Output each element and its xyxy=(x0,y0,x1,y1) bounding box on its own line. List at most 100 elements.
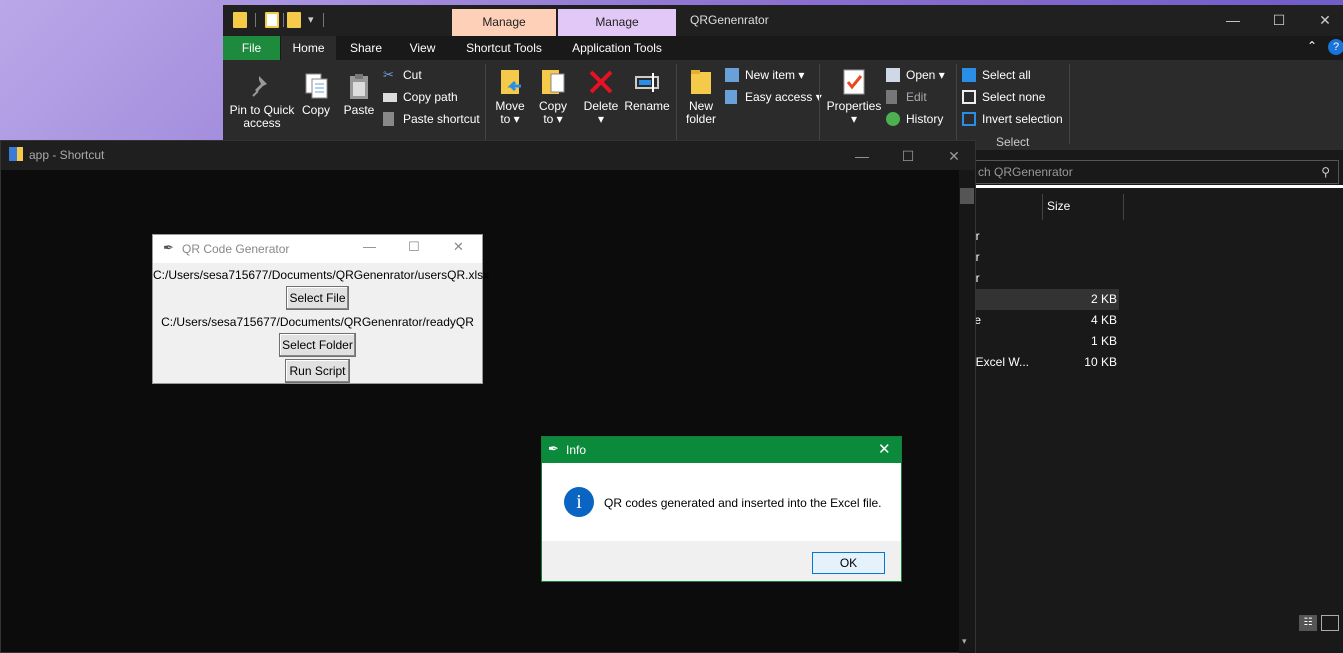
properties-icon[interactable] xyxy=(265,12,279,28)
list-item[interactable]: ile 4 KB xyxy=(969,310,1119,331)
info-titlebar: ✒ Info ✕ xyxy=(542,437,901,463)
list-item[interactable]: e 1 KB xyxy=(969,331,1119,352)
divider xyxy=(255,13,256,27)
minimize-icon[interactable]: — xyxy=(1210,5,1256,35)
select-all-icon xyxy=(962,68,976,82)
select-all-button[interactable]: Select all xyxy=(962,66,1031,84)
large-icons-view-icon[interactable] xyxy=(1321,615,1339,631)
scroll-down-icon[interactable]: ▾ xyxy=(962,636,967,647)
close-icon[interactable]: ✕ xyxy=(1302,5,1343,35)
paste-button[interactable]: Paste xyxy=(339,72,379,117)
properties-button[interactable]: Properties ▾ xyxy=(823,68,885,126)
explorer-titlebar: ▾ Manage Manage QRGenenrator — ☐ ✕ xyxy=(223,5,1343,36)
rename-button[interactable]: Rename xyxy=(623,68,671,113)
edit-button[interactable]: Edit xyxy=(886,88,927,106)
file-list: Size er er er 2 KB ile 4 KB e 1 KB t Exc… xyxy=(969,190,1343,610)
manage-shortcut-context-tab[interactable]: Manage xyxy=(452,9,556,36)
tab-application-tools[interactable]: Application Tools xyxy=(558,36,676,60)
copy-path-label: Copy path xyxy=(403,90,458,104)
select-none-icon xyxy=(962,90,976,104)
copy-to-icon xyxy=(540,68,566,96)
window-title: app - Shortcut xyxy=(29,148,105,162)
scissors-icon: ✂ xyxy=(383,67,394,82)
new-item-button[interactable]: New item ▾ xyxy=(725,66,804,84)
move-label-2: to xyxy=(500,112,511,126)
status-bar: ☷ xyxy=(969,610,1343,635)
column-header-size[interactable]: Size xyxy=(1047,194,1070,218)
scrollbar[interactable]: ▾ xyxy=(959,170,975,653)
close-icon[interactable]: ✕ xyxy=(931,141,977,171)
maximize-icon[interactable]: ☐ xyxy=(885,141,931,171)
paste-shortcut-button[interactable]: Paste shortcut xyxy=(383,110,480,128)
pin-icon xyxy=(249,72,275,100)
copy-to-button[interactable]: Copy to ▾ xyxy=(534,68,572,126)
properties-icon xyxy=(841,68,867,96)
list-item[interactable]: er xyxy=(969,268,1119,289)
minimize-icon[interactable]: — xyxy=(363,239,376,254)
select-folder-button[interactable]: Select Folder xyxy=(279,333,356,357)
python-icon xyxy=(9,147,23,161)
column-divider[interactable] xyxy=(1042,194,1043,220)
invert-selection-label: Invert selection xyxy=(982,112,1063,126)
dialog-title: Info xyxy=(566,443,587,457)
search-input[interactable]: ch QRGenenrator ⚲ xyxy=(969,160,1339,184)
history-button[interactable]: History xyxy=(886,110,943,128)
copy-button[interactable]: Copy xyxy=(297,72,335,117)
help-icon[interactable]: ? xyxy=(1328,39,1343,55)
cut-button[interactable]: ✂ Cut xyxy=(383,66,422,84)
tab-view[interactable]: View xyxy=(395,36,450,60)
tab-share[interactable]: Share xyxy=(338,36,394,60)
list-item[interactable]: er xyxy=(969,247,1119,268)
new-folder-icon[interactable] xyxy=(287,12,301,28)
copy-path-button[interactable]: Copy path xyxy=(383,88,458,106)
paste-shortcut-icon xyxy=(383,112,394,126)
delete-button[interactable]: Delete ▾ xyxy=(581,68,621,126)
pin-label-2: access xyxy=(243,116,281,130)
minimize-icon[interactable]: — xyxy=(839,141,885,171)
customize-quick-access-icon[interactable]: ▾ xyxy=(308,13,314,26)
scrollbar-thumb[interactable] xyxy=(960,188,974,204)
run-script-button[interactable]: Run Script xyxy=(285,359,350,383)
new-folder-button[interactable]: New folder xyxy=(681,68,721,126)
info-message: QR codes generated and inserted into the… xyxy=(604,496,882,510)
folder-path-label: C:/Users/sesa715677/Documents/QRGenenrat… xyxy=(161,315,474,329)
paste-label: Paste xyxy=(343,103,375,117)
tab-shortcut-tools[interactable]: Shortcut Tools xyxy=(452,36,556,60)
pin-to-quick-access-button[interactable]: Pin to Quick access xyxy=(229,72,295,130)
easy-access-button[interactable]: Easy access ▾ xyxy=(725,88,822,106)
close-icon[interactable]: ✕ xyxy=(878,440,891,458)
select-none-button[interactable]: Select none xyxy=(962,88,1045,106)
list-item[interactable]: 2 KB xyxy=(969,289,1119,310)
tab-file[interactable]: File xyxy=(223,36,280,60)
open-button[interactable]: Open ▾ xyxy=(886,66,945,84)
select-none-label: Select none xyxy=(982,90,1046,104)
easy-access-label: Easy access xyxy=(745,90,813,104)
divider xyxy=(956,64,957,144)
feather-icon: ✒ xyxy=(548,441,559,456)
divider xyxy=(969,185,1343,188)
list-item[interactable]: t Excel W... 10 KB xyxy=(969,352,1119,373)
copy-icon xyxy=(303,72,329,100)
copy-label: Copy xyxy=(301,103,330,117)
list-item[interactable]: er xyxy=(969,226,1119,247)
search-icon: ⚲ xyxy=(1321,165,1330,179)
maximize-icon[interactable]: ☐ xyxy=(1256,5,1302,35)
close-icon[interactable]: ✕ xyxy=(453,239,464,255)
details-view-icon[interactable]: ☷ xyxy=(1299,615,1317,631)
move-to-button[interactable]: Move to ▾ xyxy=(491,68,529,126)
file-size: 10 KB xyxy=(1084,355,1117,369)
ok-button[interactable]: OK xyxy=(812,552,885,574)
qr-titlebar: ✒ QR Code Generator — ☐ ✕ xyxy=(153,235,482,263)
manage-application-context-tab[interactable]: Manage xyxy=(558,9,676,36)
easy-access-icon xyxy=(725,90,737,104)
collapse-ribbon-icon[interactable]: ⌃ xyxy=(1307,39,1317,53)
history-label: History xyxy=(906,112,944,126)
tab-home[interactable]: Home xyxy=(281,36,336,60)
invert-selection-button[interactable]: Invert selection xyxy=(962,110,1063,128)
qr-generator-window: ✒ QR Code Generator — ☐ ✕ C:/Users/sesa7… xyxy=(152,234,489,384)
maximize-icon[interactable]: ☐ xyxy=(408,239,420,255)
ribbon-home: Pin to Quick access Copy Paste ✂ Cut Cop… xyxy=(223,60,1343,150)
column-divider[interactable] xyxy=(1123,194,1124,220)
folder-icon[interactable] xyxy=(233,12,247,28)
select-file-button[interactable]: Select File xyxy=(286,286,349,310)
